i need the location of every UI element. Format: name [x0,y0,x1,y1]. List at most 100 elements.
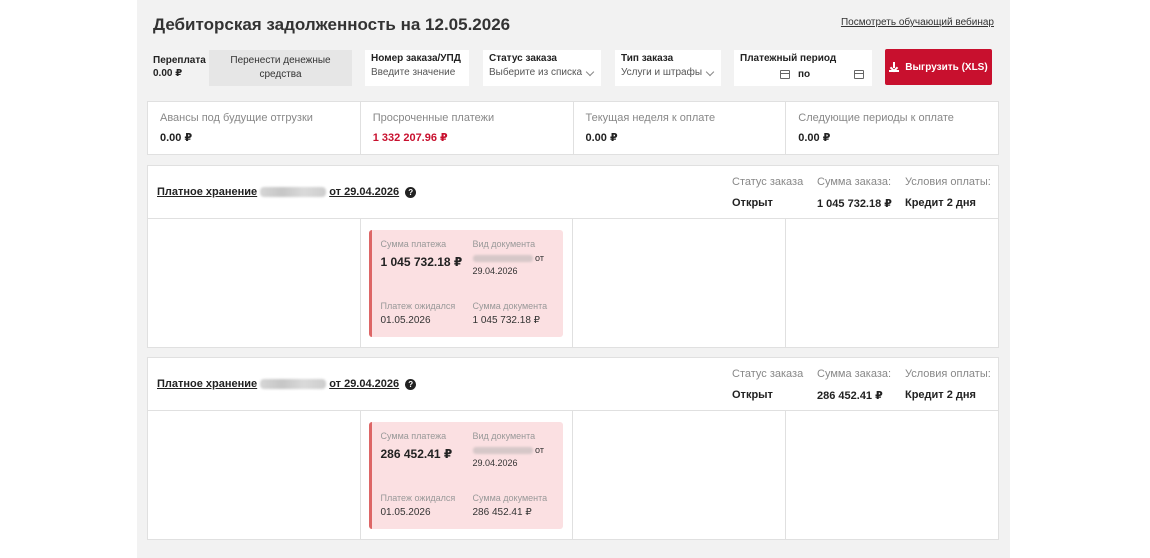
doc-sum-value: 286 452.41 ₽ [472,507,532,518]
order-number-input[interactable]: Введите значение [371,67,463,78]
summary-current-week: Текущая неделя к оплате 0.00 ₽ [574,102,787,154]
order-timeline: Сумма платежа 1 045 732.18 ₽ Вид докумен… [148,219,998,347]
help-icon[interactable]: ? [405,378,417,390]
doc-type-label: Вид документа [472,239,536,249]
redacted-doc-number [472,447,533,455]
doc-sum-value: 1 045 732.18 ₽ [472,315,541,326]
summary-panel: Авансы под будущие отгрузки 0.00 ₽ Проср… [147,101,999,155]
overpay-label: Переплата [153,55,206,66]
summary-label: Следующие периоды к оплате [798,112,954,124]
expected-value: 01.05.2026 [380,507,431,518]
summary-overdue: Просроченные платежи 1 332 207.96 ₽ [361,102,574,154]
order-status-label: Статус заказа [489,53,557,64]
order-header: Платное хранение от 29.04.2026 ? Статус … [148,166,998,219]
calendar-icon[interactable] [780,70,790,79]
overpay-block: Переплата 0.00 ₽ [153,54,206,80]
order-title-prefix: Платное хранение [157,378,258,390]
timeline-column: Сумма платежа 1 045 732.18 ₽ Вид докумен… [361,219,573,347]
order-status: Статус заказа Открыт [732,176,803,209]
order-title-date: от 29.04.2026 [329,378,400,390]
redacted-order-number [260,379,327,389]
summary-label: Текущая неделя к оплате [585,112,716,124]
expected-value: 01.05.2026 [380,315,431,326]
export-xls-button[interactable]: Выгрузить (XLS) [885,49,992,85]
summary-value: 0.00 ₽ [585,132,618,144]
order-card: Платное хранение от 29.04.2026 ? Статус … [147,165,999,348]
timeline-column [148,411,361,539]
order-title-link[interactable]: Платное хранение от 29.04.2026 ? [157,186,417,198]
sum-value: 1 045 732.18 ₽ [817,198,892,210]
payment-amount-label: Сумма платежа [380,431,447,441]
doc-from: от [535,445,544,455]
summary-value: 1 332 207.96 ₽ [372,132,448,144]
terms-label: Условия оплаты: [905,368,991,380]
download-icon [889,62,900,72]
sum-label: Сумма заказа: [817,368,892,380]
timeline-column [786,219,999,347]
status-value: Открыт [732,197,773,209]
summary-value: 0.00 ₽ [160,132,193,144]
payment-amount-value: 1 045 732.18 ₽ [380,255,463,269]
redacted-order-number [260,187,327,197]
order-status-value: Выберите из списка [489,67,583,78]
payment-period-label: Платежный период [740,53,837,64]
terms-value: Кредит 2 дня [905,197,976,209]
order-timeline: Сумма платежа 286 452.41 ₽ Вид документа… [148,411,998,539]
order-status-select[interactable]: Статус заказа Выберите из списка [483,50,601,86]
summary-label: Авансы под будущие отгрузки [160,112,313,124]
order-status: Статус заказа Открыт [732,368,803,401]
payment-card[interactable]: Сумма платежа 286 452.41 ₽ Вид документа… [368,422,563,529]
timeline-column [573,219,786,347]
expected-label: Платеж ожидался [380,493,456,503]
period-to-label: по [798,69,811,80]
sum-label: Сумма заказа: [817,176,892,188]
doc-sum-label: Сумма документа [472,301,548,311]
summary-next-periods: Следующие периоды к оплате 0.00 ₽ [786,102,998,154]
payment-amount-label: Сумма платежа [380,239,447,249]
filters-bar: Переплата 0.00 ₽ Перенести денежные сред… [137,48,1010,86]
terms-value: Кредит 2 дня [905,389,976,401]
order-number-label: Номер заказа/УПД [371,53,461,64]
page-title: Дебиторская задолженность на 12.05.2026 [153,15,511,34]
order-card: Платное хранение от 29.04.2026 ? Статус … [147,357,999,540]
doc-type-value: от 29.04.2026 [472,252,563,278]
order-sum: Сумма заказа: 1 045 732.18 ₽ [817,176,892,210]
order-header: Платное хранение от 29.04.2026 ? Статус … [148,358,998,411]
timeline-column [573,411,786,539]
status-label: Статус заказа [732,176,804,188]
order-type-value: Услуги и штрафы [621,67,703,78]
order-sum: Сумма заказа: 286 452.41 ₽ [817,368,891,402]
order-title-date: от 29.04.2026 [329,186,400,198]
payment-card[interactable]: Сумма платежа 1 045 732.18 ₽ Вид докумен… [368,230,563,337]
doc-sum-label: Сумма документа [472,493,548,503]
summary-value: 0.00 ₽ [798,132,831,144]
export-label: Выгрузить (XLS) [905,61,988,73]
order-terms: Условия оплаты: Кредит 2 дня [905,176,991,209]
summary-advances: Авансы под будущие отгрузки 0.00 ₽ [148,102,361,154]
doc-from: от [535,253,544,263]
transfer-funds-button[interactable]: Перенести денежные средства [209,50,352,86]
redacted-doc-number [472,255,533,263]
status-value: Открыт [732,389,773,401]
doc-date: 29.04.2026 [472,266,518,276]
order-title-link[interactable]: Платное хранение от 29.04.2026 ? [157,378,417,390]
order-type-select[interactable]: Тип заказа Услуги и штрафы [615,50,721,86]
sum-value: 286 452.41 ₽ [817,390,883,402]
order-number-field[interactable]: Номер заказа/УПД Введите значение [365,50,469,86]
doc-type-label: Вид документа [472,431,536,441]
order-title-prefix: Платное хранение [157,186,258,198]
overpay-value: 0.00 ₽ [153,68,183,79]
order-type-label: Тип заказа [621,53,674,64]
webinar-link[interactable]: Посмотреть обучающий вебинар [841,17,994,28]
terms-label: Условия оплаты: [905,176,991,188]
calendar-icon[interactable] [854,70,864,79]
timeline-column: Сумма платежа 286 452.41 ₽ Вид документа… [361,411,573,539]
payment-period-field[interactable]: Платежный период по [734,50,872,86]
timeline-column [786,411,999,539]
summary-label: Просроченные платежи [372,112,495,124]
doc-date: 29.04.2026 [472,458,518,468]
payment-amount-value: 286 452.41 ₽ [380,447,453,461]
expected-label: Платеж ожидался [380,301,456,311]
order-terms: Условия оплаты: Кредит 2 дня [905,368,991,401]
help-icon[interactable]: ? [405,186,417,198]
